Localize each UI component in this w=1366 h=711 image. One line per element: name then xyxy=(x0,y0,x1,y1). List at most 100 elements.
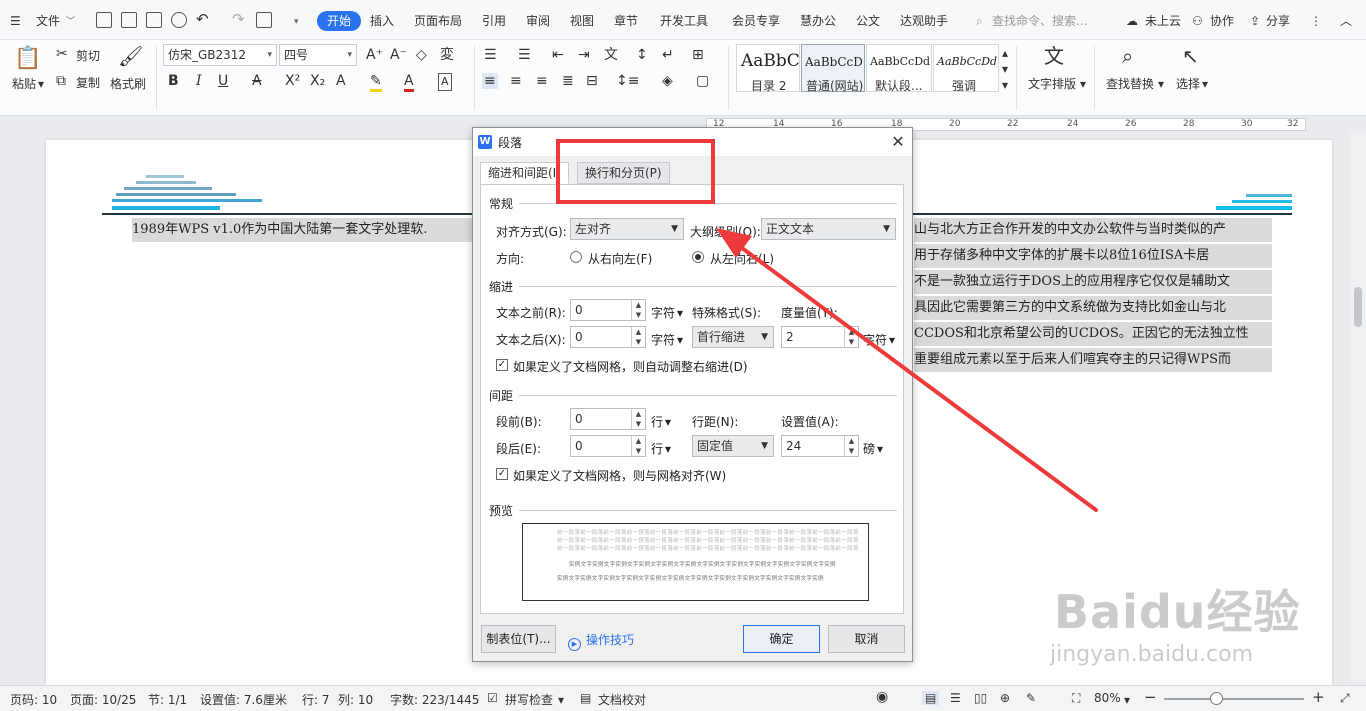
char-border-icon[interactable]: A xyxy=(438,73,452,91)
share-button[interactable]: 分享 xyxy=(1266,11,1290,31)
find-replace-button[interactable]: 查找替换 xyxy=(1106,75,1154,92)
strikethrough-icon[interactable]: A xyxy=(252,73,262,89)
command-search-input[interactable]: 查找命令、搜索... xyxy=(992,11,1087,31)
file-menu[interactable]: 文件 xyxy=(36,11,60,31)
snap-to-grid-label[interactable]: 如果定义了文档网格，则与网格对齐(W) xyxy=(513,467,726,484)
font-size-select[interactable]: 四号 ▾ xyxy=(279,44,357,66)
unit-caret-icon[interactable]: ▾ xyxy=(665,415,671,429)
format-painter-button[interactable]: 格式刷 xyxy=(110,75,146,92)
status-pages[interactable]: 页面: 10/25 xyxy=(70,691,136,708)
auto-right-indent-checkbox[interactable]: ✓ xyxy=(496,359,508,371)
document-text-line[interactable]: CCDOS和北京希望公司的UCDOS。正因它的无法独立性 xyxy=(914,322,1272,346)
vertical-scrollbar[interactable] xyxy=(1350,132,1366,682)
undo-icon[interactable]: ↶ xyxy=(196,9,209,29)
shrink-font-icon[interactable]: A⁻ xyxy=(390,47,407,63)
status-word-count[interactable]: 字数: 223/1445 xyxy=(390,691,479,708)
customize-caret-icon[interactable]: ▾ xyxy=(294,12,299,32)
measure-input[interactable]: 2 ▲ ▼ xyxy=(781,326,859,348)
highlight-icon[interactable]: ✎ xyxy=(370,73,382,92)
fullscreen-icon[interactable]: ⤢ xyxy=(1340,691,1350,706)
before-text-unit[interactable]: 字符 xyxy=(651,304,675,321)
zoom-in-icon[interactable]: + xyxy=(1312,688,1325,706)
style-normal-web[interactable]: AaBbCcD 普通(网站) xyxy=(801,44,865,93)
spinner-icon[interactable]: ▲ ▼ xyxy=(844,436,858,456)
copy-button[interactable]: 复制 xyxy=(76,74,100,91)
distributed-icon[interactable]: ⊟ xyxy=(586,73,598,89)
format-icon[interactable] xyxy=(256,12,272,28)
unit-caret-icon[interactable]: ▾ xyxy=(677,333,683,347)
reading-view-icon[interactable]: ▯▯ xyxy=(974,691,987,705)
status-section[interactable]: 节: 1/1 xyxy=(148,691,187,708)
collab-button[interactable]: 协作 xyxy=(1210,11,1234,31)
outline-view-icon[interactable]: ☰ xyxy=(950,691,961,705)
font-color-icon[interactable]: A xyxy=(404,73,414,92)
tab-page-layout[interactable]: 页面布局 xyxy=(414,11,462,31)
zoom-caret-icon[interactable]: ▾ xyxy=(1124,693,1130,707)
outline-level-select[interactable]: 正文文本 ▼ xyxy=(761,218,896,240)
gallery-up-icon[interactable]: ▴ xyxy=(1002,46,1008,60)
shading-icon[interactable]: ◈ xyxy=(662,73,673,89)
bold-icon[interactable]: B xyxy=(168,73,179,89)
tab-review[interactable]: 审阅 xyxy=(526,11,550,31)
status-row[interactable]: 行: 7 xyxy=(302,691,330,708)
menu-icon[interactable]: ☰ xyxy=(10,11,21,31)
close-icon[interactable]: ✕ xyxy=(887,131,909,153)
zoom-slider[interactable] xyxy=(1164,698,1304,700)
fit-page-icon[interactable]: ⛶ xyxy=(1072,691,1080,706)
paste-icon[interactable]: 📋 xyxy=(14,46,41,72)
snap-to-grid-checkbox[interactable]: ✓ xyxy=(496,468,508,480)
show-marks-icon[interactable]: ↵ xyxy=(662,47,674,63)
unit-caret-icon[interactable]: ▾ xyxy=(665,442,671,456)
document-text-line[interactable]: 1989年WPS v1.0作为中国大陆第一套文字处理软. xyxy=(132,218,472,242)
special-format-select[interactable]: 首行缩进 ▼ xyxy=(692,326,774,348)
measure-unit[interactable]: 字符 xyxy=(863,331,887,348)
status-page-number[interactable]: 页码: 10 xyxy=(10,691,57,708)
line-spacing-icon[interactable]: ↕≡ xyxy=(616,73,639,89)
increase-indent-icon[interactable]: ⇥ xyxy=(578,47,590,63)
paste-caret-icon[interactable]: ▾ xyxy=(38,77,44,91)
cloud-status[interactable]: 未上云 xyxy=(1145,11,1181,31)
ltr-label[interactable]: 从左向右(L) xyxy=(710,250,774,267)
align-center-icon[interactable]: ≡ xyxy=(510,73,522,89)
collapse-ribbon-icon[interactable]: ︿ xyxy=(1340,11,1352,31)
status-column[interactable]: 列: 10 xyxy=(338,691,373,708)
alignment-select[interactable]: 左对齐 ▼ xyxy=(570,218,684,240)
paste-button[interactable]: 粘贴 xyxy=(12,75,36,92)
unit-caret-icon[interactable]: ▾ xyxy=(677,306,683,320)
ltr-radio[interactable] xyxy=(692,251,704,263)
after-text-unit[interactable]: 字符 xyxy=(651,331,675,348)
spell-caret-icon[interactable]: ▾ xyxy=(558,693,564,707)
tab-developer[interactable]: 开发工具 xyxy=(660,11,708,31)
space-after-unit[interactable]: 行 xyxy=(651,440,663,457)
before-text-input[interactable]: 0 ▲ ▼ xyxy=(570,299,646,321)
font-name-select[interactable]: 仿宋_GB2312 ▾ xyxy=(163,44,277,66)
print-icon[interactable] xyxy=(146,12,162,28)
tab-smart-office[interactable]: 慧办公 xyxy=(800,11,836,31)
spell-check-button[interactable]: 拼写检查 xyxy=(505,691,553,708)
decrease-indent-icon[interactable]: ⇤ xyxy=(552,47,564,63)
eye-protection-icon[interactable]: ◉ xyxy=(876,689,888,705)
italic-icon[interactable]: I xyxy=(196,73,202,89)
setting-value-input[interactable]: 24 ▲ ▼ xyxy=(781,435,859,457)
find-caret-icon[interactable]: ▾ xyxy=(1158,77,1164,91)
subscript-icon[interactable]: X₂ xyxy=(310,73,325,89)
bullets-icon[interactable]: ☰ xyxy=(484,47,497,63)
setting-value-unit[interactable]: 磅 xyxy=(863,440,875,457)
spinner-icon[interactable]: ▲ ▼ xyxy=(631,409,645,429)
tab-member[interactable]: 会员专享 xyxy=(732,11,780,31)
style-emphasis[interactable]: AaBbCcDd 强调 xyxy=(933,44,999,93)
document-text-line[interactable]: 重要组成元素以至于后来人们喧宾夺主的只记得WPS而 xyxy=(914,348,1272,372)
gallery-down-icon[interactable]: ▾ xyxy=(1002,62,1008,76)
space-before-input[interactable]: 0 ▲ ▼ xyxy=(570,408,646,430)
unit-caret-icon[interactable]: ▾ xyxy=(889,333,895,347)
underline-icon[interactable]: U xyxy=(218,73,228,89)
spinner-icon[interactable]: ▲ ▼ xyxy=(631,327,645,347)
auto-right-indent-label[interactable]: 如果定义了文档网格，则自动调整右缩进(D) xyxy=(513,358,748,375)
align-right-icon[interactable]: ≡ xyxy=(536,73,548,89)
tab-chapter[interactable]: 章节 xyxy=(614,11,638,31)
justify-icon[interactable]: ≣ xyxy=(562,73,574,89)
tab-view[interactable]: 视图 xyxy=(570,11,594,31)
select-button[interactable]: 选择 xyxy=(1176,75,1200,92)
tab-stops-button[interactable]: 制表位(T)... xyxy=(481,625,556,653)
tab-official-doc[interactable]: 公文 xyxy=(856,11,880,31)
